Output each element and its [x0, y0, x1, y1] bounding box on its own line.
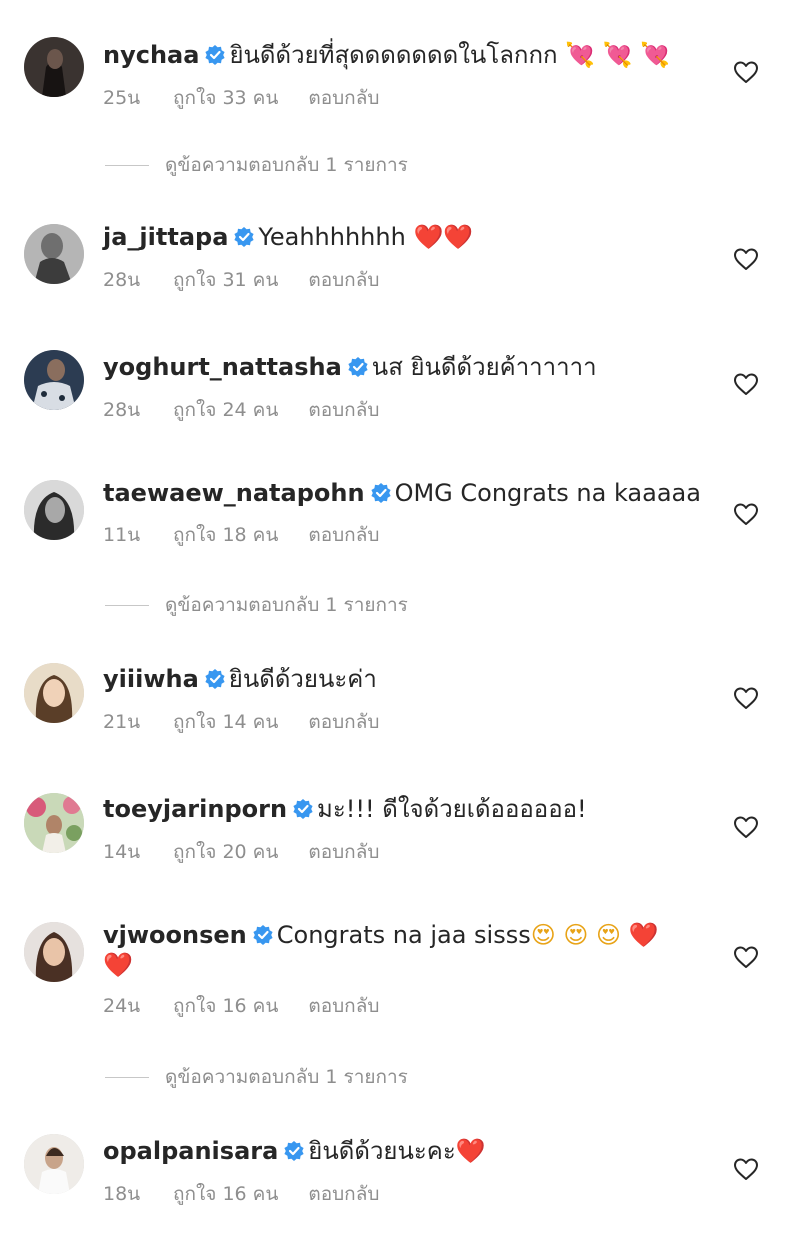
comment-likes[interactable]: ถูกใจ 18 คน — [173, 523, 278, 547]
replies-divider — [105, 605, 149, 606]
replies-divider — [105, 1077, 149, 1078]
comment-username[interactable]: yoghurt_nattasha — [103, 353, 342, 381]
heart-outline-icon[interactable] — [733, 60, 759, 84]
comment-username[interactable]: ja_jittapa — [103, 223, 228, 251]
comment-time: 28น — [103, 269, 141, 291]
heart-outline-icon[interactable] — [733, 1157, 759, 1181]
comment-time: 14น — [103, 841, 141, 863]
heart-outline-icon[interactable] — [733, 372, 759, 396]
verified-badge-icon — [253, 925, 273, 945]
verified-badge-icon — [205, 45, 226, 65]
comment-likes[interactable]: ถูกใจ 20 คน — [173, 840, 278, 864]
verified-badge-icon — [370, 483, 391, 503]
reply-button[interactable]: ตอบกลับ — [308, 398, 379, 422]
comment-emoji: ❤️ — [455, 1137, 486, 1165]
comment-time: 24น — [103, 995, 141, 1017]
comment-emoji: 😍 😍 😍 ❤️ — [530, 921, 659, 949]
avatar[interactable] — [24, 663, 84, 723]
reply-button[interactable]: ตอบกลับ — [308, 710, 379, 734]
avatar[interactable] — [24, 37, 84, 97]
verified-badge-icon — [348, 357, 368, 377]
comment-time: 28น — [103, 399, 141, 421]
reply-button[interactable]: ตอบกลับ — [308, 523, 379, 547]
comment-text: ยินดีด้วยนะคะ — [308, 1137, 456, 1165]
comment-text: มะ!!! ดีใจด้วยเด้ออออออ! — [317, 795, 587, 823]
comment-username[interactable]: opalpanisara — [103, 1137, 278, 1165]
view-replies-label: ดูข้อความตอบกลับ 1 รายการ — [165, 154, 408, 176]
comment-username[interactable]: toeyjarinporn — [103, 795, 287, 823]
comment-likes[interactable]: ถูกใจ 16 คน — [173, 994, 278, 1018]
reply-button[interactable]: ตอบกลับ — [308, 840, 379, 864]
avatar[interactable] — [24, 793, 84, 853]
comment-likes[interactable]: ถูกใจ 24 คน — [173, 398, 278, 422]
avatar[interactable] — [24, 1134, 84, 1194]
heart-outline-icon[interactable] — [733, 815, 759, 839]
comment-text: OMG Congrats na kaaaaa — [394, 479, 701, 507]
reply-button[interactable]: ตอบกลับ — [308, 994, 379, 1018]
avatar[interactable] — [24, 350, 84, 410]
heart-outline-icon[interactable] — [733, 686, 759, 710]
comment-likes[interactable]: ถูกใจ 33 คน — [173, 86, 278, 110]
comment-time: 21น — [103, 711, 141, 733]
view-replies-label: ดูข้อความตอบกลับ 1 รายการ — [165, 594, 408, 616]
comment-emoji: 💘 💘 💘 — [565, 41, 671, 69]
comment-likes[interactable]: ถูกใจ 16 คน — [173, 1182, 278, 1206]
comment-text: ยินดีด้วยนะค่า — [228, 665, 377, 693]
comment-emoji: ❤️❤️ — [413, 223, 474, 251]
heart-outline-icon[interactable] — [733, 502, 759, 526]
reply-button[interactable]: ตอบกลับ — [308, 1182, 379, 1206]
comment-username[interactable]: taewaew_natapohn — [103, 479, 365, 507]
comment-time: 18น — [103, 1183, 141, 1205]
verified-badge-icon — [234, 227, 254, 247]
comment-text: นส ยินดีด้วยค้าาาาาา — [371, 353, 597, 381]
avatar[interactable] — [24, 224, 84, 284]
comment-username[interactable]: vjwoonsen — [103, 921, 247, 949]
replies-divider — [105, 165, 149, 166]
view-replies-link[interactable]: ดูข้อความตอบกลับ 1 รายการ — [105, 153, 408, 177]
comment-emoji-continued: ❤️ — [103, 951, 133, 979]
view-replies-label: ดูข้อความตอบกลับ 1 รายการ — [165, 1066, 408, 1088]
comment-time: 11น — [103, 524, 141, 546]
comment-likes[interactable]: ถูกใจ 31 คน — [173, 268, 278, 292]
comment-text: Congrats na jaa sisss — [276, 921, 531, 949]
comment-text: ยินดีด้วยที่สุดดดดดดดในโลกกก — [229, 41, 558, 69]
verified-badge-icon — [293, 799, 313, 819]
reply-button[interactable]: ตอบกลับ — [308, 268, 379, 292]
avatar[interactable] — [24, 922, 84, 982]
comment-username[interactable]: nychaa — [103, 41, 199, 69]
avatar[interactable] — [24, 480, 84, 540]
comment-likes[interactable]: ถูกใจ 14 คน — [173, 710, 278, 734]
comment-time: 25น — [103, 87, 141, 109]
comment-text: Yeahhhhhhh — [258, 223, 406, 251]
comment-username[interactable]: yiiiwha — [103, 665, 199, 693]
heart-outline-icon[interactable] — [733, 945, 759, 969]
reply-button[interactable]: ตอบกลับ — [308, 86, 379, 110]
heart-outline-icon[interactable] — [733, 247, 759, 271]
view-replies-link[interactable]: ดูข้อความตอบกลับ 1 รายการ — [105, 593, 408, 617]
view-replies-link[interactable]: ดูข้อความตอบกลับ 1 รายการ — [105, 1065, 408, 1089]
verified-badge-icon — [205, 669, 225, 689]
verified-badge-icon — [284, 1141, 304, 1161]
